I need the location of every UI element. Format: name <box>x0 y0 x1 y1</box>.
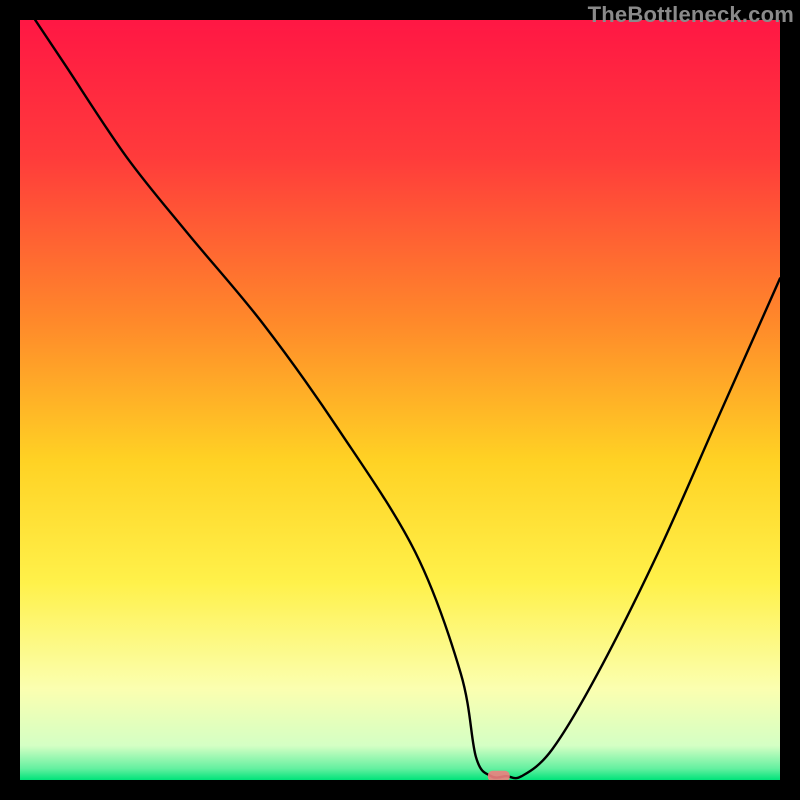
gradient-background <box>20 20 780 780</box>
optimum-marker <box>488 771 510 780</box>
chart-container: TheBottleneck.com <box>0 0 800 800</box>
watermark-text: TheBottleneck.com <box>588 2 794 28</box>
plot-area <box>20 20 780 780</box>
bottleneck-chart <box>20 20 780 780</box>
